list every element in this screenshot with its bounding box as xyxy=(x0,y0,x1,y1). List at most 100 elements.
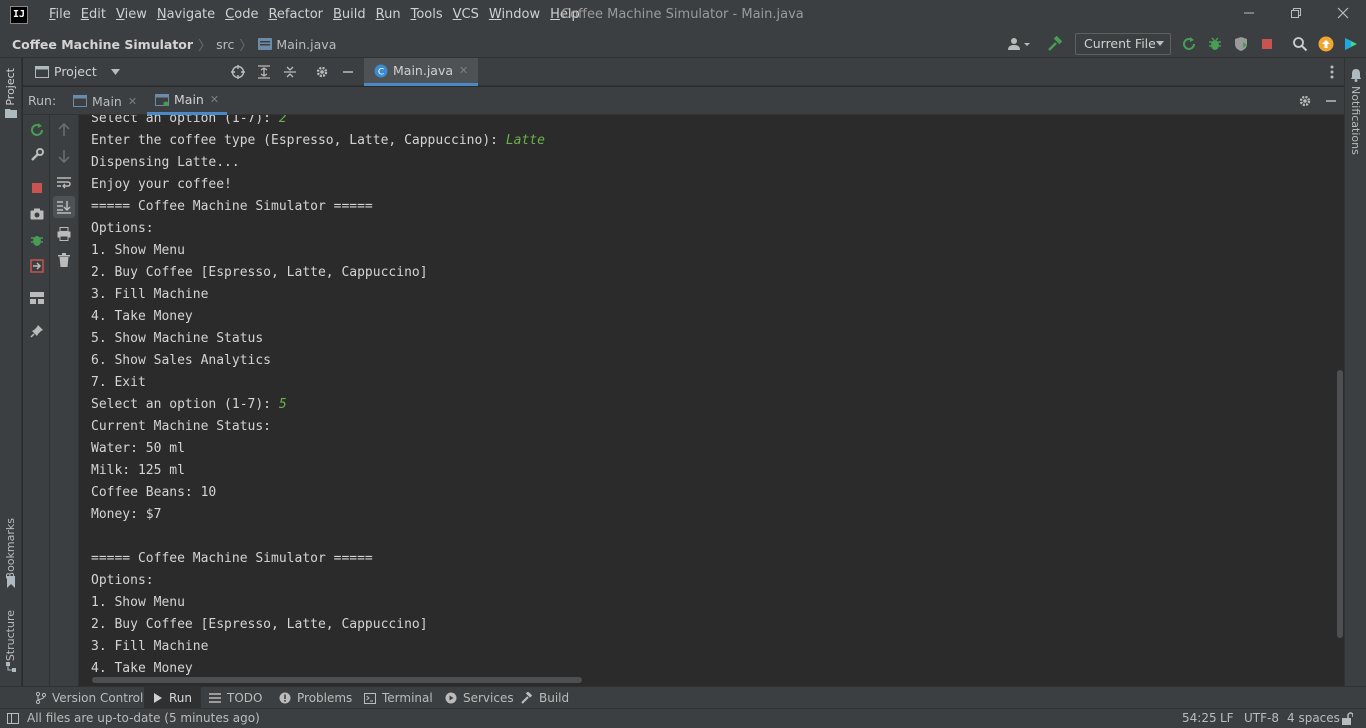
project-settings-button[interactable] xyxy=(311,61,333,83)
console-line-text: 2. Buy Coffee [Espresso, Latte, Cappucci… xyxy=(91,617,428,632)
tool-tab-version-control[interactable]: Version Control xyxy=(27,687,152,709)
stop-button[interactable] xyxy=(26,177,48,199)
search-everywhere-button[interactable] xyxy=(1289,33,1311,55)
scroll-up-button[interactable] xyxy=(53,119,75,141)
tool-tab-services[interactable]: Services xyxy=(436,687,523,709)
console-line: 3. Fill Machine xyxy=(91,636,545,658)
soft-wrap-icon xyxy=(57,177,71,189)
breadcrumb-project[interactable]: Coffee Machine Simulator xyxy=(12,37,193,52)
main-menu: File Edit View Navigate Code Refactor Bu… xyxy=(44,0,585,30)
exit-icon xyxy=(30,259,44,273)
close-window-button[interactable] xyxy=(1320,0,1366,30)
close-tab-icon[interactable]: ✕ xyxy=(459,64,468,77)
soft-wrap-button[interactable] xyxy=(53,172,75,194)
java-file-icon xyxy=(258,38,273,50)
ide-update-button[interactable] xyxy=(1315,33,1337,55)
console-user-input: 2 xyxy=(278,115,287,126)
tool-tab-terminal[interactable]: Terminal xyxy=(355,687,442,709)
console-output[interactable]: Select an option (1-7): 2 Enter the coffe… xyxy=(80,115,1336,686)
console-line: 1. Show Menu xyxy=(91,592,545,614)
menu-run[interactable]: Run xyxy=(371,0,406,30)
project-tool-tab[interactable]: Project xyxy=(4,68,17,106)
rerun-icon xyxy=(1183,37,1195,50)
run-window-label: Run: xyxy=(28,93,57,108)
tool-tab-run[interactable]: Run xyxy=(144,687,202,709)
attach-debugger-button[interactable] xyxy=(26,229,48,251)
hide-panel-button[interactable] xyxy=(337,61,359,83)
toolbox-button[interactable] xyxy=(1340,33,1362,55)
debug-button[interactable] xyxy=(1204,33,1226,55)
tool-tab-problems[interactable]: Problems xyxy=(270,687,361,709)
breadcrumb-folder[interactable]: src xyxy=(216,37,234,52)
menu-edit[interactable]: Edit xyxy=(76,0,111,30)
scroll-to-end-button[interactable] xyxy=(53,196,75,218)
user-account-button[interactable] xyxy=(1005,33,1033,55)
console-running-icon xyxy=(155,93,169,106)
tool-tab-build[interactable]: Build xyxy=(512,687,578,709)
project-view-selector[interactable]: Project xyxy=(54,58,120,86)
unlock-icon[interactable] xyxy=(1341,712,1353,725)
menu-view[interactable]: View xyxy=(111,0,152,30)
caret-position[interactable]: 54:25 xyxy=(1182,709,1217,728)
close-tab-icon[interactable]: ✕ xyxy=(210,93,219,106)
menu-tools[interactable]: Tools xyxy=(406,0,448,30)
structure-tool-tab[interactable]: Structure xyxy=(4,610,17,661)
build-project-button[interactable] xyxy=(1044,33,1066,55)
menu-refactor[interactable]: Refactor xyxy=(263,0,328,30)
console-line: Select an option (1-7): 5 xyxy=(91,394,545,416)
run-configuration-selector[interactable]: Current File xyxy=(1075,33,1171,55)
breadcrumb-file[interactable]: Main.java xyxy=(276,37,336,52)
console-vertical-scrollbar-thumb[interactable] xyxy=(1337,370,1343,638)
toggle-tool-windows-icon[interactable] xyxy=(7,713,19,724)
console-horizontal-scrollbar-thumb[interactable] xyxy=(92,677,582,683)
modify-run-config-button[interactable] xyxy=(26,144,48,166)
expand-all-button[interactable] xyxy=(253,61,275,83)
collapse-all-button[interactable] xyxy=(279,61,301,83)
menu-build[interactable]: Build xyxy=(328,0,371,30)
console-line: Water: 50 ml xyxy=(91,438,545,460)
dump-threads-button[interactable] xyxy=(26,203,48,225)
menu-file[interactable]: File xyxy=(44,0,76,30)
exit-button[interactable] xyxy=(26,255,48,277)
arrow-up-icon xyxy=(58,123,70,136)
close-tab-icon[interactable]: ✕ xyxy=(128,95,137,108)
run-settings-button[interactable] xyxy=(1294,90,1316,112)
menu-navigate[interactable]: Navigate xyxy=(152,0,220,30)
select-opened-file-button[interactable] xyxy=(227,61,249,83)
menu-vcs[interactable]: VCS xyxy=(448,0,484,30)
layout-button[interactable] xyxy=(26,287,48,309)
run-tab-main-2[interactable]: Main ✕ xyxy=(147,87,228,115)
hide-run-window-button[interactable] xyxy=(1320,90,1342,112)
line-separator[interactable]: LF xyxy=(1220,709,1234,728)
rerun-button[interactable] xyxy=(1178,33,1200,55)
coverage-button[interactable] xyxy=(1230,33,1252,55)
bug-icon xyxy=(31,236,43,246)
file-encoding[interactable]: UTF-8 xyxy=(1244,709,1279,728)
menu-window[interactable]: Window xyxy=(484,0,545,30)
tool-tab-todo[interactable]: TODO xyxy=(200,687,271,709)
pin-tab-button[interactable] xyxy=(26,320,48,342)
status-message[interactable]: All files are up-to-date (5 minutes ago) xyxy=(27,709,260,728)
console-line: Dispensing Latte... xyxy=(91,152,545,174)
restore-button[interactable] xyxy=(1273,0,1319,30)
console-line-text: ===== Coffee Machine Simulator ===== xyxy=(91,199,373,214)
menu-code[interactable]: Code xyxy=(220,0,263,30)
structure-icon xyxy=(6,662,16,672)
print-button[interactable] xyxy=(53,223,75,245)
console-line-text: Water: 50 ml xyxy=(91,441,185,456)
notifications-tool-tab[interactable]: Notifications xyxy=(1349,86,1362,155)
scroll-down-button[interactable] xyxy=(53,145,75,167)
stop-icon xyxy=(32,183,42,193)
layout-icon xyxy=(30,292,44,304)
editor-tab-main-java[interactable]: C Main.java ✕ xyxy=(364,58,479,86)
editor-tabs-menu-button[interactable] xyxy=(1321,61,1343,83)
minimize-button[interactable] xyxy=(1226,0,1272,30)
rerun-button[interactable] xyxy=(26,119,48,141)
indent-setting[interactable]: 4 spaces xyxy=(1287,709,1340,728)
clear-all-button[interactable] xyxy=(53,249,75,271)
stop-button[interactable] xyxy=(1256,33,1278,55)
search-icon xyxy=(1293,37,1308,52)
bookmarks-tool-tab[interactable]: Bookmarks xyxy=(4,518,17,579)
console-line: Options: xyxy=(91,218,545,240)
run-tab-main-1[interactable]: Main ✕ xyxy=(65,87,145,115)
